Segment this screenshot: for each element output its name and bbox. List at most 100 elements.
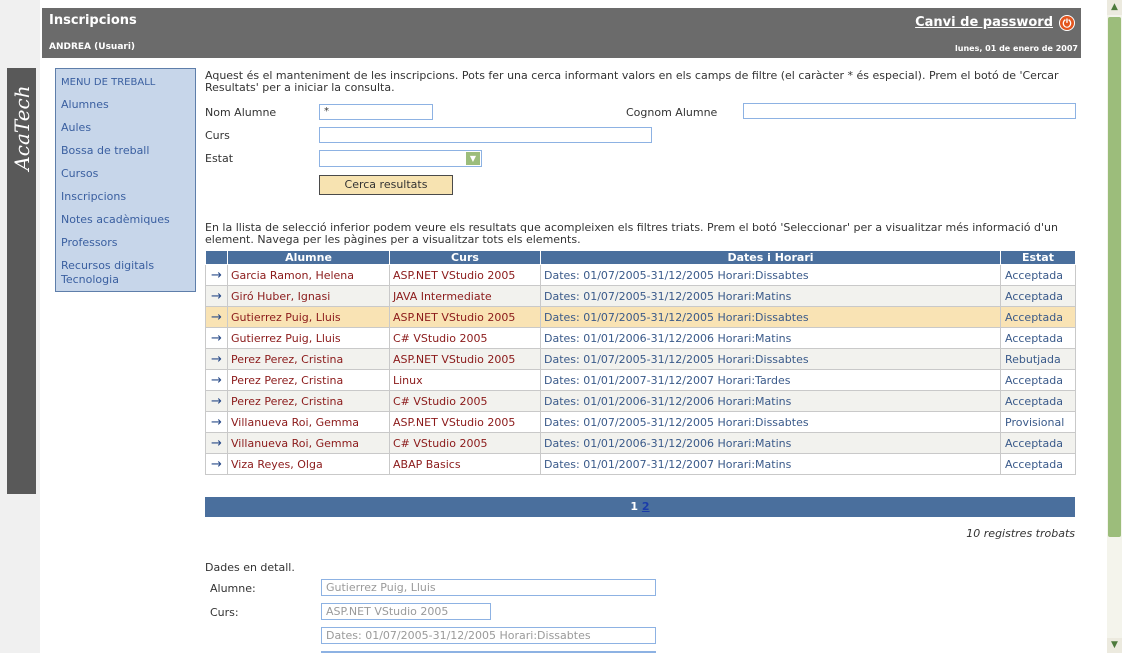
app-header: Inscripcions ANDREA (Usuari) Canvi de pa… (42, 8, 1081, 58)
detail-student-field[interactable]: Gutierrez Puig, Lluis (321, 579, 656, 596)
menu-item-bossa-de-treball[interactable]: Bossa de treball (61, 144, 149, 157)
menu-item-aules[interactable]: Aules (61, 121, 91, 134)
menu-item-alumnes[interactable]: Alumnes (61, 98, 109, 111)
menu-item-notes-academiques[interactable]: Notes acadèmiques (61, 213, 170, 226)
table-row[interactable]: → Gutierrez Puig, Lluis C# VStudio 2005 … (205, 327, 1076, 349)
cell-dates: Dates: 01/07/2005-31/12/2005 Horari:Diss… (540, 264, 1001, 286)
change-password-link[interactable]: Canvi de password (915, 15, 1053, 30)
brand-logo: AcaTech (9, 85, 34, 171)
arrow-right-icon[interactable]: → (205, 390, 228, 412)
header-course: Curs (389, 250, 541, 265)
student-surname-label: Cognom Alumne (626, 106, 718, 119)
results-intro-text: En la llista de selecció inferior podem … (205, 221, 1058, 246)
menu-item-recursos-digitals[interactable]: Recursos digitals (61, 259, 154, 272)
detail-student-label: Alumne: (210, 582, 256, 595)
cell-status: Acceptada (1000, 285, 1076, 307)
cell-course: JAVA Intermediate (389, 285, 541, 307)
table-row[interactable]: → Garcia Ramon, Helena ASP.NET VStudio 2… (205, 264, 1076, 286)
vertical-scrollbar[interactable]: ▲ ▼ (1107, 0, 1122, 653)
menu-item-professors[interactable]: Professors (61, 236, 118, 249)
cell-dates: Dates: 01/07/2005-31/12/2005 Horari:Diss… (540, 306, 1001, 328)
table-row[interactable]: → Villanueva Roi, Gemma ASP.NET VStudio … (205, 411, 1076, 433)
cell-student: Perez Perez, Cristina (227, 348, 390, 370)
scroll-thumb[interactable] (1108, 17, 1121, 537)
cell-status: Acceptada (1000, 390, 1076, 412)
student-name-input[interactable]: * (319, 104, 433, 120)
power-icon[interactable]: ⏻ (1059, 15, 1075, 31)
menu-item-tecnologia[interactable]: Tecnologia (61, 273, 119, 286)
table-row[interactable]: → Perez Perez, Cristina ASP.NET VStudio … (205, 348, 1076, 370)
arrow-right-icon[interactable]: → (205, 264, 228, 286)
cell-dates: Dates: 01/01/2007-31/12/2007 Horari:Tard… (540, 369, 1001, 391)
cell-course: ABAP Basics (389, 453, 541, 475)
course-input[interactable] (319, 127, 652, 143)
table-row[interactable]: → Viza Reyes, Olga ABAP Basics Dates: 01… (205, 453, 1076, 475)
work-menu: MENU DE TREBALL Alumnes Aules Bossa de t… (55, 68, 196, 292)
detail-dates-field[interactable]: Dates: 01/07/2005-31/12/2005 Horari:Diss… (321, 627, 656, 644)
arrow-right-icon[interactable]: → (205, 453, 228, 475)
table-row[interactable]: → Perez Perez, Cristina Linux Dates: 01/… (205, 369, 1076, 391)
cell-student: Perez Perez, Cristina (227, 369, 390, 391)
arrow-right-icon[interactable]: → (205, 411, 228, 433)
cell-status: Acceptada (1000, 432, 1076, 454)
scroll-down-arrow-icon[interactable]: ▼ (1107, 638, 1122, 653)
table-row-selected[interactable]: → Gutierrez Puig, Lluis ASP.NET VStudio … (205, 306, 1076, 328)
cell-course: C# VStudio 2005 (389, 327, 541, 349)
cell-status: Provisional (1000, 411, 1076, 433)
header-select (205, 250, 228, 265)
chevron-down-icon[interactable]: ▼ (466, 152, 480, 165)
cell-status: Acceptada (1000, 264, 1076, 286)
cell-course: Linux (389, 369, 541, 391)
header-status: Estat (1000, 250, 1076, 265)
cell-dates: Dates: 01/01/2006-31/12/2006 Horari:Mati… (540, 390, 1001, 412)
student-surname-input[interactable] (743, 103, 1076, 119)
cell-student: Villanueva Roi, Gemma (227, 411, 390, 433)
table-row[interactable]: → Giró Huber, Ignasi JAVA Intermediate D… (205, 285, 1076, 307)
cell-status: Acceptada (1000, 453, 1076, 475)
menu-title: MENU DE TREBALL (61, 77, 156, 88)
table-row[interactable]: → Perez Perez, Cristina C# VStudio 2005 … (205, 390, 1076, 412)
course-label: Curs (205, 129, 230, 142)
cell-course: C# VStudio 2005 (389, 390, 541, 412)
scroll-up-arrow-icon[interactable]: ▲ (1107, 0, 1122, 15)
cell-student: Viza Reyes, Olga (227, 453, 390, 475)
detail-course-field[interactable]: ASP.NET VStudio 2005 (321, 603, 491, 620)
record-count: 10 registres trobats (966, 527, 1075, 540)
menu-item-inscripcions[interactable]: Inscripcions (61, 190, 126, 203)
arrow-right-icon[interactable]: → (205, 327, 228, 349)
menu-item-cursos[interactable]: Cursos (61, 167, 98, 180)
cell-student: Garcia Ramon, Helena (227, 264, 390, 286)
header-student: Alumne (227, 250, 390, 265)
page-title: Inscripcions (49, 13, 137, 28)
cell-student: Villanueva Roi, Gemma (227, 432, 390, 454)
cell-dates: Dates: 01/01/2006-31/12/2006 Horari:Mati… (540, 432, 1001, 454)
pager-current-page: 1 (630, 500, 639, 513)
cell-status: Acceptada (1000, 306, 1076, 328)
pager-page-link[interactable]: 2 (642, 500, 650, 513)
cell-student: Perez Perez, Cristina (227, 390, 390, 412)
arrow-right-icon[interactable]: → (205, 285, 228, 307)
cell-course: ASP.NET VStudio 2005 (389, 411, 541, 433)
cell-dates: Dates: 01/07/2005-31/12/2005 Horari:Mati… (540, 285, 1001, 307)
detail-course-label: Curs: (210, 606, 239, 619)
cell-status: Acceptada (1000, 369, 1076, 391)
arrow-right-icon[interactable]: → (205, 348, 228, 370)
search-button[interactable]: Cerca resultats (319, 175, 453, 195)
current-date: lunes, 01 de enero de 2007 (955, 44, 1078, 53)
student-name-label: Nom Alumne (205, 106, 277, 119)
pager: 1 2 (205, 497, 1075, 517)
cell-student: Gutierrez Puig, Lluis (227, 306, 390, 328)
arrow-right-icon[interactable]: → (205, 432, 228, 454)
brand-sidebar: AcaTech (7, 68, 36, 494)
arrow-right-icon[interactable]: → (205, 306, 228, 328)
cell-student: Giró Huber, Ignasi (227, 285, 390, 307)
cell-course: ASP.NET VStudio 2005 (389, 306, 541, 328)
cell-dates: Dates: 01/01/2007-31/12/2007 Horari:Mati… (540, 453, 1001, 475)
status-select[interactable]: ▼ (319, 150, 482, 167)
table-row[interactable]: → Villanueva Roi, Gemma C# VStudio 2005 … (205, 432, 1076, 454)
table-header-row: Alumne Curs Dates i Horari Estat (205, 250, 1076, 265)
cell-dates: Dates: 01/01/2006-31/12/2006 Horari:Mati… (540, 327, 1001, 349)
status-label: Estat (205, 152, 234, 165)
cell-status: Acceptada (1000, 327, 1076, 349)
arrow-right-icon[interactable]: → (205, 369, 228, 391)
